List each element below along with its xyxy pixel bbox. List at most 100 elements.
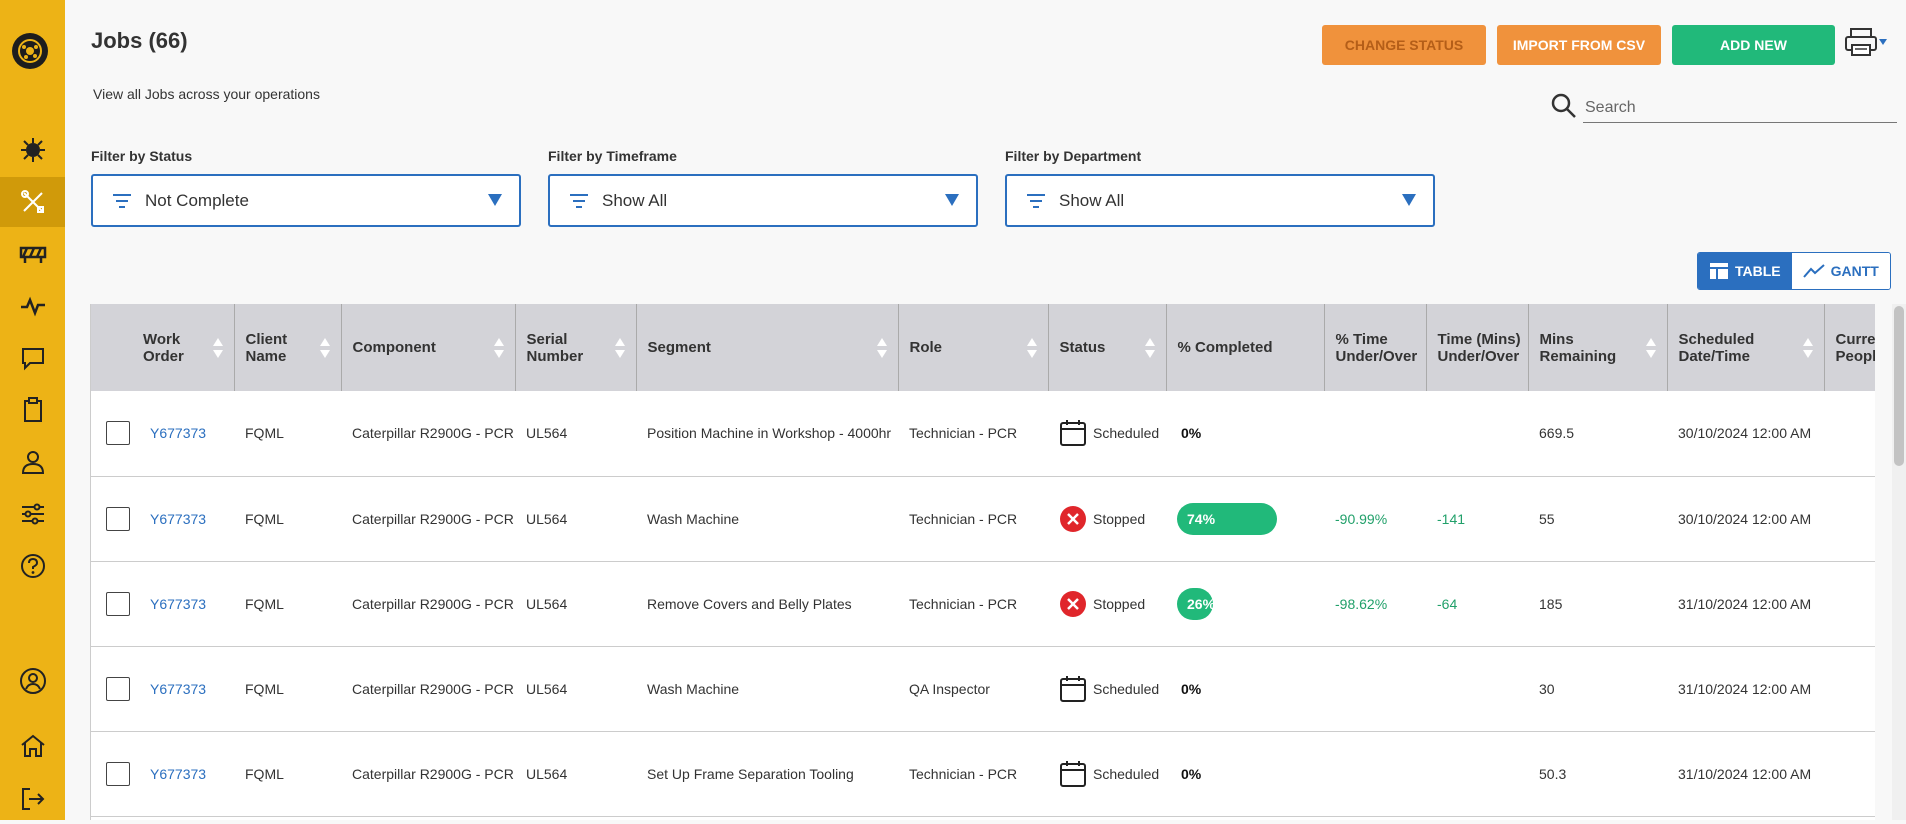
- table-row[interactable]: Y677373 FQML Caterpillar R2900G - PCR UL564…: [91, 561, 1875, 647]
- current-people-cell: [1824, 391, 1875, 477]
- table-view-button[interactable]: TABLE: [1698, 253, 1792, 289]
- row-checkbox[interactable]: [106, 676, 130, 701]
- mins-remaining-cell: 55: [1528, 476, 1667, 562]
- account-icon: [19, 668, 46, 694]
- progress-label: 0%: [1181, 680, 1202, 697]
- serial-cell: UL564: [515, 391, 636, 477]
- sidebar-item-dashboard[interactable]: [0, 125, 65, 175]
- logout-icon: [21, 788, 44, 810]
- search-input[interactable]: [1583, 94, 1897, 123]
- work-order-link[interactable]: Y677373: [150, 425, 206, 441]
- col-pct-completed[interactable]: % Completed: [1166, 304, 1325, 391]
- status-label: Scheduled: [1093, 680, 1160, 697]
- home-icon: [20, 734, 45, 757]
- stopped-icon: [1060, 505, 1086, 532]
- header-label: Role: [909, 339, 943, 356]
- table-row[interactable]: Y677373 FQML Caterpillar R2900G - PCR UL564…: [91, 731, 1875, 817]
- sidebar-item-people[interactable]: [0, 437, 65, 487]
- component-cell: Caterpillar R2900G - PCR: [341, 731, 515, 817]
- role-cell: QA Inspector: [898, 646, 1048, 732]
- table-row[interactable]: Y677373 FQML Caterpillar R2900G - PCR UL564…: [91, 646, 1875, 732]
- scheduled-cell: 30/10/2024 12:00 AM: [1667, 391, 1824, 477]
- search-icon: [1551, 93, 1576, 118]
- col-work-order[interactable]: Work Order: [91, 304, 235, 391]
- work-order-link[interactable]: Y677373: [150, 511, 206, 527]
- col-client-name[interactable]: Client Name: [234, 304, 342, 391]
- status-cell: Scheduled: [1048, 646, 1166, 732]
- change-status-button[interactable]: CHANGE STATUS: [1322, 25, 1486, 65]
- sort-icon: [1144, 338, 1155, 358]
- serial-cell: UL564: [515, 731, 636, 817]
- sort-icon: [1026, 338, 1037, 358]
- serial-cell: UL564: [515, 646, 636, 732]
- header-label: Mins Remaining: [1539, 330, 1617, 365]
- help-icon: [20, 554, 45, 578]
- time-mins-cell: [1426, 391, 1528, 477]
- filter-department-select[interactable]: Show All: [1005, 174, 1435, 227]
- row-checkbox[interactable]: [106, 506, 130, 531]
- status-label: Scheduled: [1093, 425, 1160, 442]
- header-label: Current People: [1835, 330, 1876, 365]
- role-cell: Technician - PCR: [898, 561, 1048, 647]
- col-component[interactable]: Component: [341, 304, 516, 391]
- pct-completed-cell: 0%: [1166, 391, 1324, 477]
- filter-timeframe-label: Filter by Timeframe: [548, 148, 677, 164]
- filter-status: Filter by Status Not Complete: [91, 148, 521, 227]
- calendar-icon: [1060, 675, 1086, 702]
- sidebar-item-barriers[interactable]: [0, 229, 65, 279]
- row-checkbox[interactable]: [106, 421, 130, 446]
- sidebar-item-jobs[interactable]: [0, 177, 65, 227]
- header-label: Status: [1059, 339, 1106, 356]
- sidebar-item-messages[interactable]: [0, 333, 65, 383]
- scheduled-cell: 31/10/2024 12:00 AM: [1667, 731, 1824, 817]
- app-logo[interactable]: [12, 33, 48, 69]
- row-checkbox[interactable]: [106, 591, 130, 616]
- col-segment[interactable]: Segment: [636, 304, 899, 391]
- filter-status-select[interactable]: Not Complete: [91, 174, 521, 227]
- sidebar-item-help[interactable]: [0, 541, 65, 591]
- work-order-link[interactable]: Y677373: [150, 766, 206, 782]
- work-order-link[interactable]: Y677373: [150, 596, 206, 612]
- component-cell: Caterpillar R2900G - PCR: [341, 476, 515, 562]
- filter-timeframe-value: Show All: [602, 191, 668, 210]
- sort-icon: [319, 338, 330, 358]
- col-status[interactable]: Status: [1048, 304, 1167, 391]
- main-content: Jobs (66) View all Jobs across your oper…: [65, 0, 1906, 820]
- filter-timeframe-select[interactable]: Show All: [548, 174, 978, 227]
- import-csv-button[interactable]: IMPORT FROM CSV: [1497, 25, 1661, 65]
- table-row[interactable]: Y677373 FQML Caterpillar R2900G - PCR UL564…: [91, 476, 1875, 562]
- pct-completed-cell: 26%: [1166, 561, 1324, 647]
- sidebar-item-home[interactable]: [0, 721, 65, 771]
- col-pct-time[interactable]: % Time Under/Over: [1324, 304, 1427, 391]
- col-role[interactable]: Role: [898, 304, 1049, 391]
- col-time-mins[interactable]: Time (Mins) Under/Over: [1426, 304, 1529, 391]
- table-scrollbar[interactable]: [1892, 304, 1906, 820]
- calendar-icon: [1060, 760, 1086, 787]
- sidebar: [0, 0, 65, 820]
- table-row[interactable]: Y677373 FQML Caterpillar R2900G - PCR UL564…: [91, 391, 1875, 477]
- gantt-view-button[interactable]: GANTT: [1791, 253, 1890, 289]
- sidebar-item-account[interactable]: [0, 656, 65, 706]
- current-people-cell: [1824, 646, 1875, 732]
- row-checkbox[interactable]: [106, 761, 130, 786]
- col-mins-remaining[interactable]: Mins Remaining: [1528, 304, 1668, 391]
- jobs-table: Work Order Client Name Component Serial …: [90, 304, 1875, 820]
- scheduled-cell: 30/10/2024 12:00 AM: [1667, 476, 1824, 562]
- sidebar-item-checklists[interactable]: [0, 385, 65, 435]
- print-button[interactable]: [1844, 24, 1894, 60]
- header-label: Segment: [647, 339, 711, 356]
- status-label: Stopped: [1093, 595, 1146, 612]
- col-current-people[interactable]: Current People: [1824, 304, 1875, 391]
- work-order-link[interactable]: Y677373: [150, 681, 206, 697]
- col-serial-number[interactable]: Serial Number: [515, 304, 637, 391]
- filter-department: Filter by Department Show All: [1005, 148, 1435, 227]
- col-scheduled[interactable]: Scheduled Date/Time: [1667, 304, 1825, 391]
- sidebar-item-logout[interactable]: [0, 774, 65, 824]
- pct-time-cell: [1324, 646, 1426, 732]
- scheduled-cell: 31/10/2024 12:00 AM: [1667, 646, 1824, 732]
- sidebar-item-activity[interactable]: [0, 281, 65, 331]
- scrollbar-thumb[interactable]: [1894, 306, 1904, 466]
- sidebar-item-settings[interactable]: [0, 489, 65, 539]
- add-new-button[interactable]: ADD NEW: [1672, 25, 1835, 65]
- table-icon: [1710, 263, 1728, 279]
